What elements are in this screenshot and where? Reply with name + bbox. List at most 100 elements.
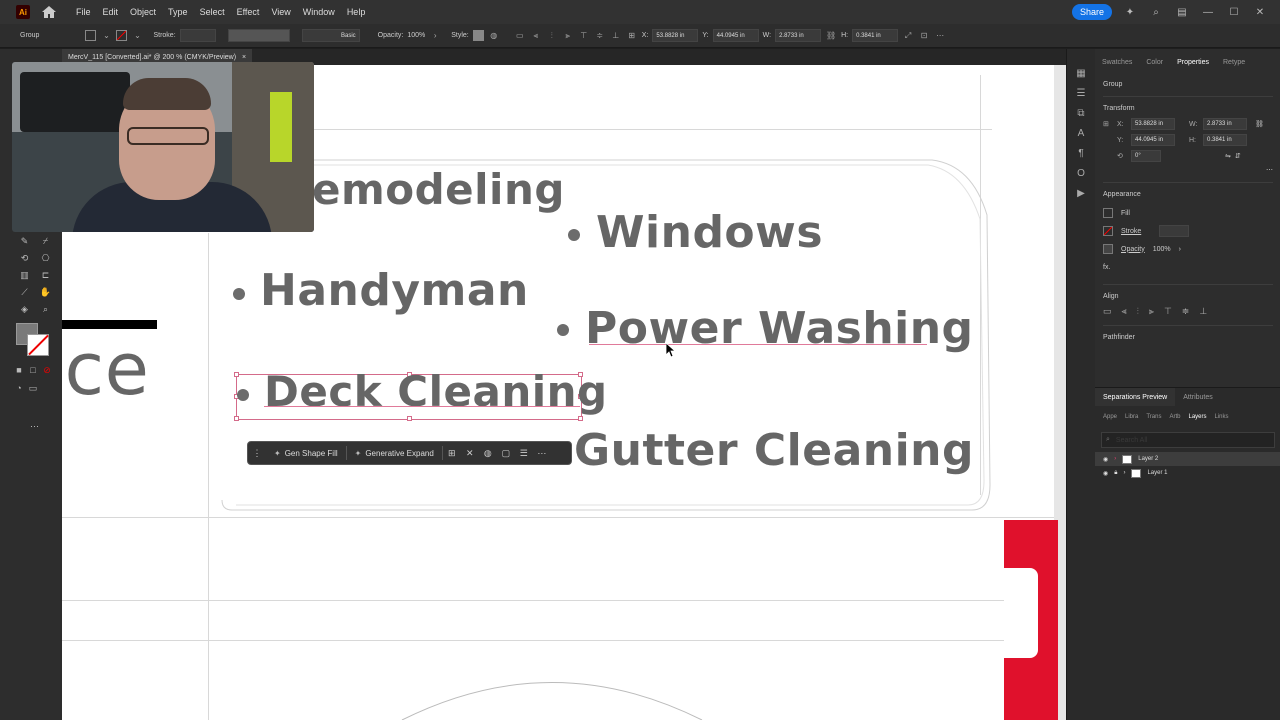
more-options-icon[interactable]: ⋯ [934,30,946,42]
chevron-right-icon[interactable]: › [429,30,441,42]
align-left-icon[interactable]: ⫷ [1122,306,1127,317]
ungroup-icon[interactable]: ✕ [461,446,479,460]
red-graphic[interactable] [1004,520,1058,720]
zoom-icon[interactable]: ⌕ [35,302,56,316]
tab-links[interactable]: Links [1211,414,1233,420]
link-icon[interactable]: ⛓ [825,30,837,42]
chevron-right-icon[interactable]: › [1179,246,1181,253]
color-icon[interactable]: ■ [14,363,24,377]
isolate-group-icon[interactable]: ⊞ [443,446,461,460]
opacity-value[interactable]: 100% [1153,246,1171,253]
reference-point-icon[interactable]: ⊞ [1103,120,1113,128]
edit-toolbar-icon[interactable]: ⋯ [24,419,45,433]
fill-stroke-widget[interactable] [16,323,50,357]
y-field[interactable]: 44.0945 in [1131,134,1175,146]
tab-artboards[interactable]: Artb [1165,414,1184,420]
pencil-icon[interactable]: ✎ [14,234,35,248]
menu-help[interactable]: Help [341,7,372,17]
none-icon[interactable]: ⊘ [42,363,52,377]
stroke-weight-field[interactable] [179,29,216,42]
x-field[interactable]: 53.8828 in [1131,118,1175,130]
chevron-down-icon[interactable]: ⌄ [131,30,143,42]
flip-horizontal-icon[interactable]: ⇋ [1225,152,1231,160]
blend-icon[interactable]: ⟲ [14,251,35,265]
graphic-style-swatch[interactable] [472,30,484,41]
align-to-icon[interactable]: ▭ [514,30,526,42]
variable-width-field[interactable] [227,29,290,42]
more-options-icon[interactable]: ⋯ [533,446,551,460]
align-to-icon[interactable]: ▭ [1103,306,1112,317]
tab-attributes[interactable]: Attributes [1175,394,1221,401]
slice-icon[interactable]: ⟋ [14,285,35,299]
notifications-icon[interactable]: ✦ [1122,6,1138,18]
align-top-icon[interactable]: ⊤ [578,30,590,42]
panel-opentype-icon[interactable]: O [1067,163,1095,183]
recolor-icon[interactable]: ◍ [488,30,500,42]
menu-window[interactable]: Window [297,7,341,17]
align-bottom-icon[interactable]: ⊥ [610,30,622,42]
menu-effect[interactable]: Effect [231,7,266,17]
stroke-swatch[interactable] [116,30,128,41]
symbol-icon[interactable]: ⎔ [35,251,56,265]
home-icon[interactable] [38,3,60,21]
w-field[interactable]: 2.8733 in [775,29,822,42]
gradient-icon[interactable]: □ [28,363,38,377]
fill-swatch[interactable] [85,30,97,41]
more-options-icon[interactable]: ⋯ [1103,166,1273,174]
align-right-icon[interactable]: ⫸ [562,30,574,42]
panel-play-icon[interactable]: ▶ [1067,183,1095,203]
minimize-icon[interactable]: — [1200,6,1216,18]
mask-icon[interactable]: ▢ [497,446,515,460]
windows-text[interactable]: Windows [596,207,823,258]
graph-icon[interactable]: ▥ [14,268,35,282]
w-field[interactable]: 2.8733 in [1203,118,1247,130]
tab-color[interactable]: Color [1139,57,1170,68]
align-center-icon[interactable]: ⫶ [1137,306,1139,317]
search-icon[interactable]: ⌕ [1148,6,1164,18]
brush-field[interactable]: Basic [301,29,360,42]
tab-properties[interactable]: Properties [1170,57,1216,68]
tab-appearance[interactable]: Appe [1099,414,1121,420]
layer-row[interactable]: ◉ 🔒︎ › Layer 1 [1095,466,1280,480]
align-top-icon[interactable]: ⊤ [1164,306,1172,317]
hand-icon[interactable]: ✋ [35,285,56,299]
gen-shape-fill-button[interactable]: ✦ Gen Shape Fill [266,449,346,458]
gutter-cleaning-text[interactable]: Gutter Cleaning [574,425,974,476]
selection-handle[interactable] [578,416,583,421]
layer-search-input[interactable]: ⌕ Search All [1101,432,1275,448]
menu-select[interactable]: Select [194,7,231,17]
screen-mode-icon[interactable]: ▭ [28,381,38,395]
stroke-indicator[interactable] [27,334,49,356]
drag-handle-icon[interactable]: ⋮ [248,446,266,460]
eyedropper-icon[interactable]: ⌿ [35,234,56,248]
h-field[interactable]: 0.3841 in [1203,134,1247,146]
share-button[interactable]: Share [1071,4,1112,20]
deck-cleaning-text[interactable]: Deck Cleaning [264,367,608,416]
panel-layers-icon[interactable]: ☰ [1067,83,1095,103]
rotate-field[interactable]: 0° [1131,150,1161,162]
panel-grid-icon[interactable]: ▦ [1067,63,1095,83]
align-right-icon[interactable]: ⫸ [1149,306,1154,317]
layer-row[interactable]: ◉ › Layer 2 [1095,452,1280,466]
expand-arrow-icon[interactable]: › [1123,470,1125,476]
shape-builder-icon[interactable]: ◈ [14,302,35,316]
constrain-icon[interactable]: ⛓ [1255,120,1264,128]
layer-name[interactable]: Layer 1 [1147,470,1167,476]
close-tab-icon[interactable]: × [242,54,246,61]
fx-label[interactable]: fx. [1103,264,1110,271]
selection-handle[interactable] [234,416,239,421]
stroke-swatch[interactable] [1103,226,1113,236]
align-center-icon[interactable]: ⫶ [546,30,558,42]
selection-handle[interactable] [234,372,239,377]
visibility-icon[interactable]: ◉ [1103,456,1108,463]
menu-object[interactable]: Object [124,7,162,17]
align-middle-icon[interactable]: ≑ [594,30,606,42]
expand-arrow-icon[interactable]: › [1114,456,1116,462]
stroke-weight-field[interactable] [1159,225,1190,237]
stroke-label[interactable]: Stroke [1121,228,1141,235]
isolate-icon[interactable]: ⊡ [918,30,930,42]
tab-libraries[interactable]: Libra [1121,414,1142,420]
visibility-icon[interactable]: ◉ [1103,470,1108,477]
menu-edit[interactable]: Edit [97,7,125,17]
tab-transparency[interactable]: Trans [1142,414,1165,420]
